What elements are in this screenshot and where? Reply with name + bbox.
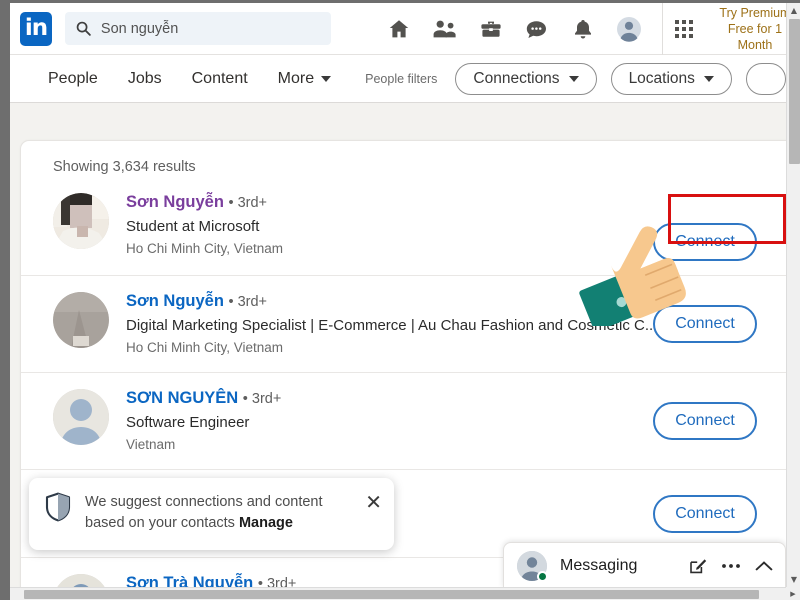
jobs-briefcase-icon[interactable] bbox=[468, 7, 514, 51]
filter-more-label: More bbox=[277, 69, 315, 87]
result-name[interactable]: Sơn Nguyễn bbox=[126, 292, 224, 310]
scroll-up-arrow-icon[interactable]: ▲ bbox=[787, 3, 800, 17]
my-network-icon[interactable] bbox=[422, 7, 468, 51]
result-degree: • 3rd+ bbox=[228, 195, 268, 211]
grid-apps-icon[interactable] bbox=[663, 7, 706, 51]
filter-tab-content[interactable]: Content bbox=[192, 70, 248, 88]
horizontal-scrollbar[interactable] bbox=[10, 587, 786, 600]
home-icon[interactable] bbox=[376, 7, 422, 51]
result-name-line: Sơn Nguyễn • 3rd+ bbox=[126, 192, 786, 214]
linkedin-top-navbar: in Son nguyễn Try Premium Free for 1 Mon… bbox=[10, 2, 800, 55]
browser-viewport: in Son nguyễn Try Premium Free for 1 Mon… bbox=[0, 0, 800, 600]
results-count-label: Showing 3,634 results bbox=[53, 159, 196, 175]
chevron-up-icon[interactable] bbox=[755, 560, 773, 572]
avatar[interactable] bbox=[53, 389, 109, 445]
search-box[interactable]: Son nguyễn bbox=[64, 12, 331, 45]
more-dots-icon[interactable] bbox=[721, 563, 741, 569]
result-degree: • 3rd+ bbox=[242, 391, 282, 407]
toast-manage-link[interactable]: Manage bbox=[239, 515, 293, 531]
vertical-scrollbar[interactable]: ▲ ▼ bbox=[786, 3, 800, 600]
result-degree: • 3rd+ bbox=[228, 294, 268, 310]
vertical-scrollbar-thumb[interactable] bbox=[789, 19, 800, 164]
nav-icon-group bbox=[376, 7, 652, 51]
messaging-bar[interactable]: Messaging bbox=[503, 542, 786, 588]
scroll-down-arrow-icon[interactable]: ▼ bbox=[787, 572, 800, 586]
filter-pill-connections[interactable]: Connections bbox=[455, 62, 597, 95]
chevron-down-icon bbox=[568, 75, 579, 82]
search-filter-bar: People Jobs Content More People filters … bbox=[10, 55, 800, 103]
result-name[interactable]: Sơn Nguyễn bbox=[126, 193, 224, 211]
filter-pill-connections-label: Connections bbox=[473, 69, 560, 87]
filter-tab-more[interactable]: More bbox=[277, 69, 332, 88]
suggestion-toast: We suggest connections and content based… bbox=[29, 478, 394, 550]
filter-tab-jobs[interactable]: Jobs bbox=[128, 70, 162, 88]
search-input-value[interactable]: Son nguyễn bbox=[101, 21, 178, 37]
profile-avatar-icon[interactable] bbox=[606, 7, 652, 51]
connect-button[interactable]: Connect bbox=[653, 402, 757, 440]
result-name[interactable]: Sơn Trà Nguyễn bbox=[126, 574, 253, 588]
people-filters-label: People filters bbox=[365, 71, 438, 86]
toast-line-2: based on your contacts bbox=[85, 515, 235, 531]
avatar[interactable] bbox=[53, 574, 109, 588]
notifications-bell-icon[interactable] bbox=[560, 7, 606, 51]
horizontal-scrollbar-thumb[interactable] bbox=[24, 590, 759, 599]
browser-frame-top-edge bbox=[0, 0, 800, 3]
filter-pill-locations[interactable]: Locations bbox=[610, 62, 732, 95]
filter-tab-people[interactable]: People bbox=[48, 70, 98, 88]
result-row[interactable]: SƠN NGUYÊN • 3rd+ Software Engineer Viet… bbox=[21, 372, 786, 469]
toast-line-1: We suggest connections and content bbox=[85, 494, 323, 510]
online-status-dot bbox=[537, 570, 548, 582]
linkedin-logo[interactable]: in bbox=[20, 11, 52, 46]
pointing-hand-cursor bbox=[571, 216, 703, 332]
connect-button[interactable]: Connect bbox=[653, 494, 757, 533]
search-icon bbox=[75, 20, 92, 37]
toast-message: We suggest connections and content based… bbox=[85, 492, 357, 534]
filter-pill-locations-label: Locations bbox=[628, 69, 695, 87]
compose-pencil-icon[interactable] bbox=[689, 557, 707, 575]
messaging-label: Messaging bbox=[560, 556, 638, 574]
filter-pill-overflow[interactable] bbox=[745, 62, 786, 95]
avatar[interactable] bbox=[53, 193, 109, 249]
scrollbar-corner-arrow-icon[interactable]: ▶ bbox=[786, 587, 800, 600]
shield-icon bbox=[45, 492, 71, 527]
chevron-down-icon bbox=[703, 75, 714, 82]
messaging-bubble-icon[interactable] bbox=[514, 7, 560, 51]
browser-frame-left-edge bbox=[0, 0, 10, 600]
result-name[interactable]: SƠN NGUYÊN bbox=[126, 389, 238, 407]
chevron-down-icon bbox=[321, 75, 332, 82]
avatar[interactable] bbox=[53, 292, 109, 348]
avatar[interactable] bbox=[517, 550, 548, 582]
close-icon[interactable]: ✕ bbox=[365, 492, 382, 512]
